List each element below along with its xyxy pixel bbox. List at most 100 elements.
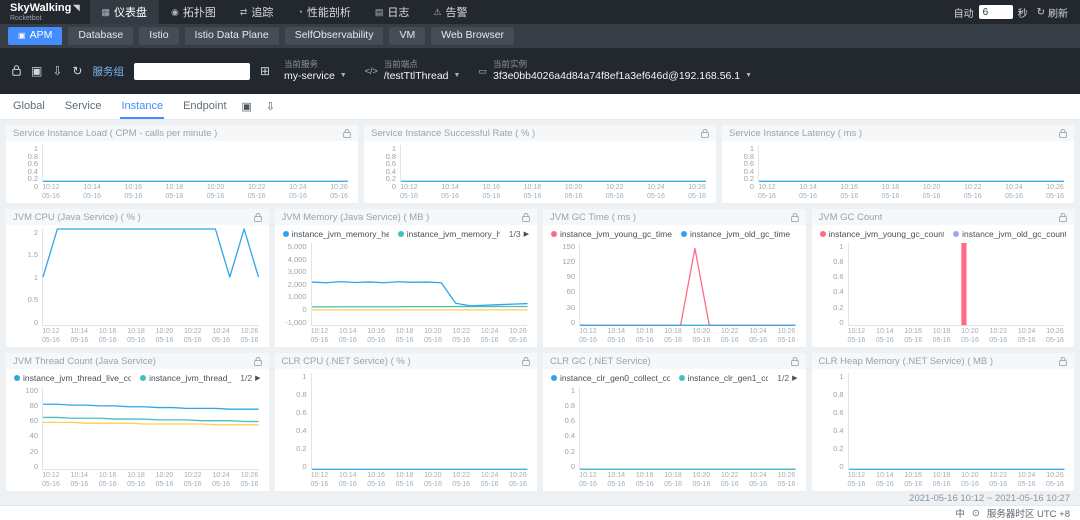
lock-icon[interactable] [343, 129, 351, 138]
current-endpoint-select[interactable]: </> 当前端点 /testTtlThread ▼ [361, 59, 465, 83]
log-icon: ▤ [375, 7, 384, 18]
chart-plot[interactable] [311, 373, 528, 470]
download-icon[interactable]: ⇩ [52, 65, 62, 77]
charts-grid: Service Instance Load ( CPM - calls per … [0, 120, 1080, 492]
dashboard-tab-istio-data-plane[interactable]: Istio Data Plane [185, 27, 279, 45]
lock-icon[interactable] [791, 213, 799, 222]
legend-label: instance_jvm_young_gc_count [829, 229, 945, 239]
chart-plot[interactable] [579, 387, 796, 470]
y-axis-tick: 120 [547, 258, 575, 266]
lock-icon[interactable] [254, 357, 262, 366]
refresh-button[interactable]: ↻ 刷新 [1037, 5, 1068, 20]
x-axis-tick: 10:1605-16 [904, 328, 922, 345]
chart-plot[interactable] [400, 145, 706, 182]
current-endpoint-value: /testTtlThread [384, 70, 449, 83]
lock-icon[interactable] [1059, 129, 1067, 138]
legend-item[interactable]: instance_jvm_old_gc_count [953, 229, 1066, 239]
nav-item-dashboard[interactable]: ▦仪表盘 [90, 0, 160, 24]
x-axis-tick: 10:1205-16 [311, 328, 329, 345]
auto-refresh-interval-input[interactable] [979, 5, 1013, 19]
calendar-icon[interactable]: ⊞ [260, 65, 270, 77]
refresh-label: 刷新 [1048, 5, 1068, 20]
legend-item[interactable]: instance_clr_gen0_collect_count [551, 373, 670, 383]
dashboard-tab-label: Web Browser [441, 29, 504, 43]
x-axis-tick: 10:2605-16 [241, 472, 259, 489]
globe-icon: ⊙ [972, 508, 980, 519]
lock-icon[interactable] [254, 213, 262, 222]
legend-pagination[interactable]: 1/3▶ [509, 229, 529, 239]
service-group-label: 服务组 [92, 64, 124, 79]
lock-icon[interactable] [522, 357, 530, 366]
language-toggle[interactable]: 中 [955, 506, 965, 520]
reload-icon[interactable]: ↻ [72, 65, 82, 77]
monitor-icon: ▭ [478, 66, 487, 77]
scope-tab-instance[interactable]: Instance [120, 94, 164, 119]
legend-dot [679, 375, 685, 381]
legend-label: instance_jvm_memory_heap [292, 229, 389, 239]
chart-row: Service Instance Load ( CPM - calls per … [5, 124, 1075, 204]
x-axis-tick: 10:1805-16 [396, 328, 414, 345]
legend-pagination[interactable]: 1/2▶ [240, 373, 260, 383]
dashboard-tab-selfobservability[interactable]: SelfObservability [285, 27, 384, 45]
y-axis: 10.80.60.40.20 [816, 243, 848, 326]
nav-item-log[interactable]: ▤日志 [363, 0, 422, 24]
y-axis-tick: 0.2 [816, 304, 844, 312]
chart-plot[interactable] [758, 145, 1064, 182]
app-logo[interactable]: SkyWalking ◥ Rocketbot [0, 0, 90, 24]
x-axis: 10:1205-1610:1405-1610:1605-1610:1805-16… [6, 326, 269, 347]
x-axis-tick: 10:2005-16 [961, 328, 979, 345]
legend-pagination[interactable]: 1/2▶ [777, 373, 797, 383]
chart-plot[interactable] [42, 145, 348, 182]
download-icon[interactable]: ⇩ [266, 100, 275, 113]
lock-icon[interactable] [1059, 357, 1067, 366]
x-axis-tick: 10:1605-16 [482, 184, 500, 201]
legend-item[interactable]: instance_jvm_young_gc_time [551, 229, 672, 239]
legend-page-number: 1/2 [777, 373, 789, 383]
nav-item-topology[interactable]: ◉拓扑图 [159, 0, 228, 24]
x-axis-tick: 10:1205-16 [848, 328, 866, 345]
dashboard-tab-label: APM [30, 29, 53, 43]
legend-item[interactable]: instance_jvm_thread_da [140, 373, 231, 383]
legend-item[interactable]: instance_jvm_young_gc_count [820, 229, 945, 239]
service-group-input[interactable] [134, 63, 250, 80]
nav-item-profile[interactable]: ◔性能剖析 [285, 0, 362, 24]
nav-item-alarm[interactable]: ⚠告警 [421, 0, 479, 24]
chart-plot[interactable] [42, 229, 259, 326]
dashboard-tab-vm[interactable]: VM [389, 27, 425, 45]
dashboard-tab-apm[interactable]: ▣APM [8, 27, 62, 45]
x-axis-tick: 10:1205-16 [311, 472, 329, 489]
lock-icon[interactable] [12, 65, 21, 78]
legend-label: instance_jvm_thread_live_count [23, 373, 131, 383]
y-axis-tick: 80 [10, 402, 38, 410]
chart-plot[interactable] [42, 387, 259, 470]
legend-item[interactable]: instance_jvm_thread_live_count [14, 373, 131, 383]
refresh-icon: ↻ [1037, 7, 1045, 18]
lock-icon[interactable] [522, 213, 530, 222]
chart-plot[interactable] [848, 373, 1065, 470]
current-service-select[interactable]: 当前服务 my-service ▼ [280, 59, 351, 83]
legend-item[interactable]: instance_jvm_memory_hea [398, 229, 500, 239]
current-instance-select[interactable]: ▭ 当前实例 3f3e0bb4026a4d84a74f8ef1a3ef646d@… [474, 59, 756, 83]
legend-item[interactable]: instance_jvm_old_gc_time [681, 229, 790, 239]
folder-icon[interactable]: ▣ [242, 100, 252, 113]
scope-tab-endpoint[interactable]: Endpoint [182, 94, 227, 119]
lock-icon[interactable] [1059, 213, 1067, 222]
chart-plot[interactable] [311, 243, 528, 326]
nav-item-trace[interactable]: ⇄追踪 [228, 0, 286, 24]
dashboard-tab-web-browser[interactable]: Web Browser [431, 27, 514, 45]
scope-tab-global[interactable]: Global [12, 94, 46, 119]
dashboard-tab-istio[interactable]: Istio [139, 27, 178, 45]
chart-plot[interactable] [848, 243, 1065, 326]
lock-icon[interactable] [701, 129, 709, 138]
chart-panel: CLR GC (.NET Service)instance_clr_gen0_c… [542, 352, 807, 492]
x-axis-tick: 10:2005-16 [692, 472, 710, 489]
nav-menu: ▦仪表盘◉拓扑图⇄追踪◔性能剖析▤日志⚠告警 [90, 0, 480, 24]
dashboard-tab-label: Istio Data Plane [195, 29, 269, 43]
lock-icon[interactable] [791, 357, 799, 366]
chart-plot[interactable] [579, 243, 796, 326]
dashboard-tab-database[interactable]: Database [68, 27, 133, 45]
legend-item[interactable]: instance_clr_gen1_colle [679, 373, 769, 383]
legend-item[interactable]: instance_jvm_memory_heap [283, 229, 389, 239]
scope-tab-service[interactable]: Service [64, 94, 103, 119]
folder-icon[interactable]: ▣ [31, 65, 42, 77]
